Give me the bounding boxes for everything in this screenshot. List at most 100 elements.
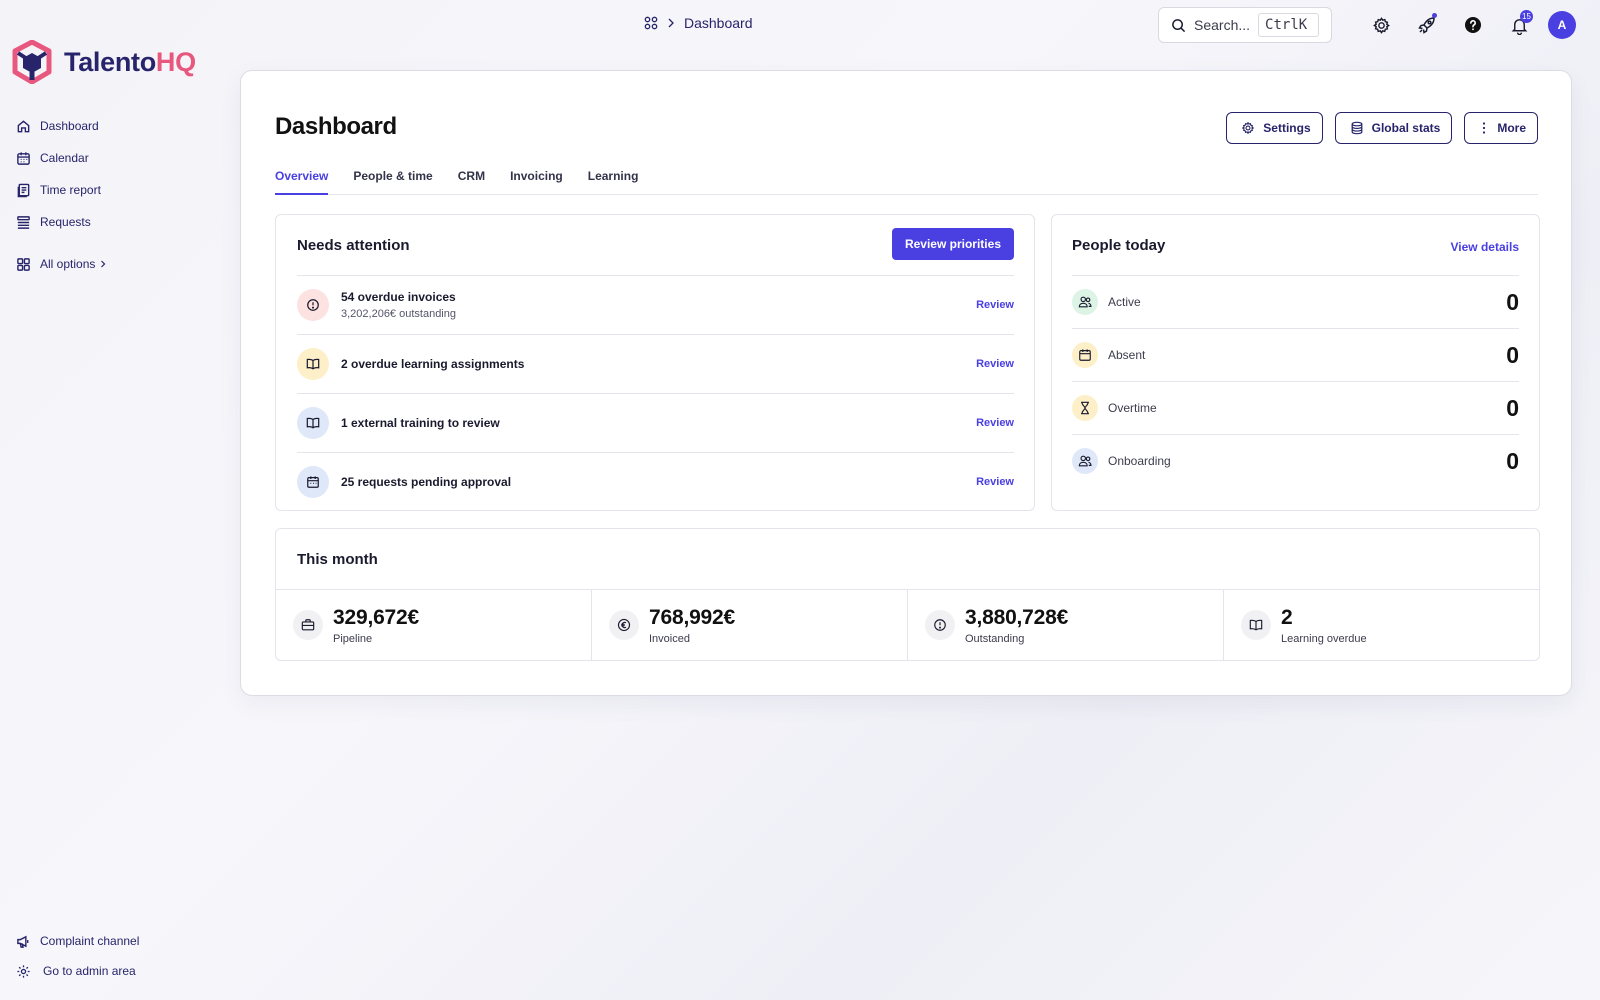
people-today-panel: People today View details Active 0 Absen…: [1051, 214, 1540, 511]
main-nav: Dashboard Calendar Time report Requests …: [16, 110, 107, 280]
alert-circle-icon: [925, 610, 955, 640]
needs-attention-title: Needs attention: [297, 237, 410, 254]
people-row-label: Overtime: [1108, 401, 1157, 415]
review-link[interactable]: Review: [976, 358, 1014, 370]
sidebar-item-complaint-channel[interactable]: Complaint channel: [16, 926, 139, 956]
apps-icon[interactable]: [644, 16, 658, 30]
global-stats-button[interactable]: Global stats: [1334, 112, 1453, 144]
list-item: Active 0: [1072, 275, 1519, 328]
sidebar-item-label: Time report: [40, 183, 101, 197]
tab-people-time[interactable]: People & time: [353, 163, 432, 194]
review-priorities-button[interactable]: Review priorities: [891, 228, 1014, 260]
review-link[interactable]: Review: [976, 299, 1014, 311]
breadcrumb: Dashboard: [644, 15, 753, 31]
help-button[interactable]: [1450, 7, 1496, 43]
header-actions: Settings Global stats More: [1226, 112, 1538, 144]
stat-label: Outstanding: [965, 632, 1025, 645]
people-today-title: People today: [1072, 237, 1166, 254]
settings-button[interactable]: Settings: [1226, 112, 1323, 144]
home-icon: [17, 119, 30, 132]
global-stats-button-label: Global stats: [1371, 121, 1441, 135]
this-month-title: This month: [297, 551, 378, 568]
sidebar-item-dashboard[interactable]: Dashboard: [16, 110, 107, 142]
cube-logo-icon: [12, 40, 52, 84]
tab-learning[interactable]: Learning: [588, 163, 639, 194]
review-link[interactable]: Review: [976, 417, 1014, 429]
list-item[interactable]: 2 overdue learning assignments Review: [297, 334, 1014, 393]
sidebar-item-time-report[interactable]: Time report: [16, 174, 107, 206]
notifications-button[interactable]: 15: [1496, 7, 1542, 43]
sidebar-item-label: Dashboard: [40, 119, 99, 133]
sidebar-item-requests[interactable]: Requests: [16, 206, 107, 238]
more-button[interactable]: More: [1464, 112, 1538, 144]
people-row-value: 0: [1506, 341, 1519, 368]
hourglass-icon: [1072, 395, 1098, 421]
list-item[interactable]: 1 external training to review Review: [297, 393, 1014, 452]
attention-list: 54 overdue invoices 3,202,206€ outstandi…: [297, 275, 1014, 511]
people-list: Active 0 Absent 0 Overtime 0 Onboarding …: [1072, 275, 1519, 487]
sidebar: TalentoHQ Dashboard Calendar Time report…: [0, 0, 220, 1000]
people-row-label: Absent: [1108, 348, 1146, 362]
stat-pipeline: 329,672€ Pipeline: [276, 590, 592, 660]
chevron-right-icon: [668, 18, 674, 28]
people-row-label: Active: [1108, 295, 1141, 309]
stat-label: Learning overdue: [1281, 632, 1367, 645]
attention-item-title: 2 overdue learning assignments: [341, 357, 525, 371]
sidebar-item-all-options[interactable]: All options: [16, 248, 107, 280]
tab-overview[interactable]: Overview: [275, 163, 329, 195]
search-placeholder: Search...: [1194, 17, 1251, 33]
page-title: Dashboard: [275, 113, 397, 140]
stat-value: 3,880,728€: [965, 605, 1069, 629]
grid-icon: [17, 257, 30, 271]
people-row-value: 0: [1506, 288, 1519, 315]
book-icon: [297, 348, 329, 380]
tab-crm[interactable]: CRM: [458, 163, 485, 194]
sidebar-item-label: Complaint channel: [40, 934, 140, 948]
needs-attention-panel: Needs attention Review priorities 54 ove…: [275, 214, 1035, 511]
logo[interactable]: TalentoHQ: [12, 40, 196, 84]
settings-button[interactable]: [1358, 7, 1404, 43]
calendar-icon: [297, 466, 329, 498]
settings-button-label: Settings: [1263, 121, 1311, 135]
list-item[interactable]: 54 overdue invoices 3,202,206€ outstandi…: [297, 275, 1014, 334]
chevron-right-icon: [101, 260, 106, 268]
search-shortcut: CtrlK: [1258, 13, 1319, 37]
attention-item-title: 1 external training to review: [341, 416, 500, 430]
megaphone-icon: [17, 935, 29, 948]
list-item: Absent 0: [1072, 328, 1519, 381]
avatar[interactable]: A: [1548, 11, 1576, 39]
gear-icon: [1242, 121, 1255, 135]
logo-text: TalentoHQ: [64, 46, 196, 77]
stat-value: 329,672€: [333, 605, 419, 629]
whats-new-button[interactable]: [1404, 7, 1450, 43]
sidebar-item-admin-area[interactable]: Go to admin area: [16, 956, 139, 986]
stat-label: Invoiced: [649, 632, 690, 645]
sidebar-item-label: All options: [40, 257, 96, 271]
sidebar-item-label: Requests: [40, 215, 91, 229]
briefcase-icon: [293, 610, 323, 640]
top-toolbar: Search... CtrlK 15 A: [1158, 7, 1576, 43]
new-indicator: [1432, 13, 1437, 18]
tab-bar: Overview People & time CRM Invoicing Lea…: [275, 163, 1538, 195]
stat-value: 2: [1281, 605, 1293, 629]
calendar-icon: [1072, 342, 1098, 368]
list-item[interactable]: 25 requests pending approval Review: [297, 452, 1014, 511]
book-icon: [297, 407, 329, 439]
sidebar-item-label: Go to admin area: [43, 964, 136, 978]
euro-icon: [609, 610, 639, 640]
breadcrumb-current[interactable]: Dashboard: [684, 15, 753, 31]
list-icon: [17, 215, 30, 229]
people-row-value: 0: [1506, 394, 1519, 421]
attention-item-title: 54 overdue invoices: [341, 290, 456, 304]
more-button-label: More: [1497, 121, 1526, 135]
notification-badge: 15: [1520, 10, 1533, 23]
view-details-link[interactable]: View details: [1451, 240, 1519, 254]
tab-invoicing[interactable]: Invoicing: [510, 163, 563, 194]
this-month-panel: This month 329,672€ Pipeline 768,992€ In…: [275, 528, 1540, 661]
review-link[interactable]: Review: [976, 476, 1014, 488]
document-icon: [17, 183, 30, 197]
sidebar-item-calendar[interactable]: Calendar: [16, 142, 107, 174]
database-icon: [1351, 121, 1363, 135]
bottom-nav: Complaint channel Go to admin area: [16, 926, 139, 986]
search-input[interactable]: Search... CtrlK: [1158, 7, 1332, 43]
